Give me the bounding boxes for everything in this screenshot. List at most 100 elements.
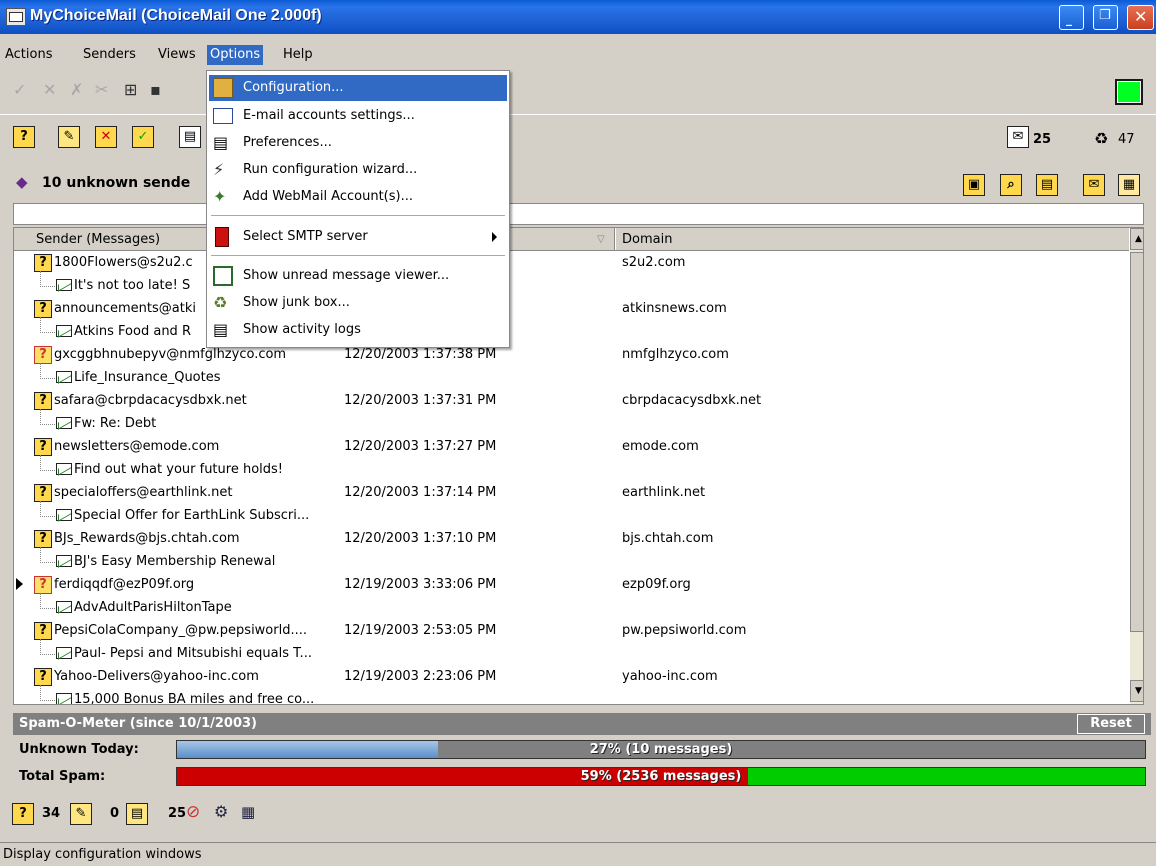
sender-domain: ezp09f.org [622,577,691,592]
expand-icon[interactable]: ⊞ [124,80,137,99]
message-row[interactable]: Life_Insurance_Quotes [14,363,1129,390]
list-tab-icon[interactable]: ▤ [179,126,201,148]
message-row[interactable]: It's not too late! S [14,271,1129,298]
pending-tab-icon[interactable]: ✎ [58,126,80,148]
mail-view-icon[interactable]: ✉ [1083,174,1105,196]
scroll-thumb[interactable] [1130,252,1143,632]
menu-senders[interactable]: Senders [83,47,136,62]
message-row[interactable]: AdvAdultParisHiltonTape [14,593,1129,620]
menu-views[interactable]: Views [158,47,196,62]
sender-row[interactable]: ? Yahoo-Delivers@yahoo-inc.com 12/19/2003 … [14,666,1129,689]
sender-domain: bjs.chtah.com [622,531,714,546]
sender-row[interactable]: ? PepsiColaCompany_@pw.pepsiworld.... 12/1… [14,620,1129,643]
menu-item-webmail[interactable]: ✦ Add WebMail Account(s)... [209,184,507,210]
current-row-indicator-icon [16,578,23,590]
spam-meter-title: Spam-O-Meter (since 10/1/2003) [19,716,257,731]
sender-domain: nmfglhzyco.com [622,347,729,362]
unknown-senders-count: 10 unknown sende [42,175,191,191]
rejected-tab-icon[interactable]: ✕ [95,126,117,148]
collapse-icon[interactable]: ▪ [150,80,161,99]
sender-column-header[interactable]: Sender (Messages) [36,232,160,247]
vertical-scrollbar[interactable]: ▲ ▼ [1130,228,1143,704]
tree-line [40,639,55,655]
message-subject: Fw: Re: Debt [74,416,157,431]
messages-count-icon[interactable]: ▤ [126,803,148,825]
tree-line [40,271,55,287]
restore-button[interactable]: ❐ [1093,5,1118,30]
scroll-up-arrow[interactable]: ▲ [1130,228,1143,250]
spam-meter-header: Spam-O-Meter (since 10/1/2003) Reset [13,713,1151,735]
log-icon[interactable]: ▦ [241,803,255,821]
scroll-down-arrow[interactable]: ▼ [1130,680,1143,702]
menu-options[interactable]: Options [207,45,264,65]
menu-item-configuration[interactable]: Configuration... [209,75,507,101]
received-date: 12/20/2003 1:37:27 PM [344,439,497,454]
menu-item-unread-viewer[interactable]: Show unread message viewer... [209,263,507,289]
domain-column-header[interactable]: Domain [622,232,672,247]
menu-item-junk-box[interactable]: ♻ Show junk box... [209,290,507,316]
approved-tab-icon[interactable]: ✓ [132,126,154,148]
message-subject: AdvAdultParisHiltonTape [74,600,232,615]
unknown-senders-tab-icon[interactable]: ? [13,126,35,148]
sender-row[interactable]: ? specialoffers@earthlink.net 12/20/2003 1… [14,482,1129,505]
received-date: 12/20/2003 1:37:10 PM [344,531,497,546]
menu-actions[interactable]: Actions [5,47,53,62]
envelope-icon [56,555,72,567]
sender-email: gxcggbhnubepyv@nmfglhzyco.com [54,347,287,362]
search-icon[interactable]: ⌕ [1000,174,1022,196]
reject-icon[interactable]: ✕ [43,80,56,99]
reject-all-icon[interactable]: ✗ [70,80,83,99]
folder-header: ◆ 10 unknown sende ▣ ⌕ ▤ ✉ ▦ [0,164,1156,202]
approve-icon[interactable]: ✓ [13,80,26,99]
unknown-count: 34 [42,806,61,821]
unread-mail-icon[interactable]: ✉ [1007,126,1029,148]
delete-icon[interactable]: ✂ [95,80,108,99]
sender-row[interactable]: ? safara@cbrpdacacysdbxk.net 12/20/2003 1:… [14,390,1129,413]
message-row[interactable]: Paul- Pepsi and Mitsubishi equals T... [14,639,1129,666]
sender-row[interactable]: ? gxcggbhnubepyv@nmfglhzyco.com 12/20/2003… [14,344,1129,367]
envelope-icon [56,647,72,659]
block-icon[interactable]: ⊘ [186,802,200,822]
message-row[interactable]: 15,000 Bonus BA miles and free co... [14,685,1129,704]
unknown-sender-icon: ? [34,530,52,548]
sender-row[interactable]: ? ferdiqqdf@ezP09f.org 12/19/2003 3:33:06 … [14,574,1129,597]
sender-view-icon[interactable]: ▣ [963,174,985,196]
menu-item-email-accounts[interactable]: E-mail accounts settings... [209,103,507,129]
close-button[interactable]: ✕ [1127,5,1154,30]
menu-help[interactable]: Help [283,47,313,62]
menu-item-smtp[interactable]: Select SMTP server [209,224,507,250]
filter-input[interactable] [13,203,1144,225]
sender-email: PepsiColaCompany_@pw.pepsiworld.... [54,623,307,638]
unknown-today-bar: 27% (10 messages) [176,740,1146,759]
message-row[interactable]: Atkins Food and R [14,317,1129,344]
title-bar: MyChoiceMail (ChoiceMail One 2.000f) _ ❐… [0,0,1156,34]
sender-row[interactable]: ? announcements@atki atkinsnews.com [14,298,1129,321]
minimize-button[interactable]: _ [1059,5,1084,30]
unknown-count-icon[interactable]: ? [12,803,34,825]
message-row[interactable]: Find out what your future holds! [14,455,1129,482]
sender-row[interactable]: ? BJs_Rewards@bjs.chtah.com 12/20/2003 1:3… [14,528,1129,551]
unknown-sender-icon: ? [34,392,52,410]
pending-count-icon[interactable]: ✎ [70,803,92,825]
list-view-icon[interactable]: ▤ [1036,174,1058,196]
menu-item-preferences[interactable]: ▤ Preferences... [209,130,507,156]
reset-button[interactable]: Reset [1077,714,1145,734]
message-row[interactable]: Special Offer for EarthLink Subscri... [14,501,1129,528]
message-subject: Paul- Pepsi and Mitsubishi equals T... [74,646,312,661]
unknown-sender-icon: ? [34,438,52,456]
menu-item-activity-logs[interactable]: ▤ Show activity logs [209,317,507,343]
menu-item-wizard[interactable]: ⚡ Run configuration wizard... [209,157,507,183]
sender-list: Sender (Messages) ▽ Domain ? 1800Flowers@… [13,227,1144,705]
submenu-arrow-icon [492,232,497,242]
sort-arrow-icon: ▽ [597,234,605,245]
sender-row[interactable]: ? 1800Flowers@s2u2.c s2u2.com [14,252,1129,275]
junk-box-icon[interactable]: ♻ [1094,129,1108,148]
bottom-toolbar: ? 34 ✎ 0 ▤ 25 ⊘ ⚙ ▦ [8,796,428,832]
sender-email: safara@cbrpdacacysdbxk.net [54,393,247,408]
message-row[interactable]: Fw: Re: Debt [14,409,1129,436]
message-row[interactable]: BJ's Easy Membership Renewal [14,547,1129,574]
sender-row[interactable]: ? newsletters@emode.com 12/20/2003 1:37:27… [14,436,1129,459]
bcc-unknown-sender-icon: ? [34,346,52,364]
network-icon[interactable]: ⚙ [214,802,228,821]
notes-view-icon[interactable]: ▦ [1118,174,1140,196]
